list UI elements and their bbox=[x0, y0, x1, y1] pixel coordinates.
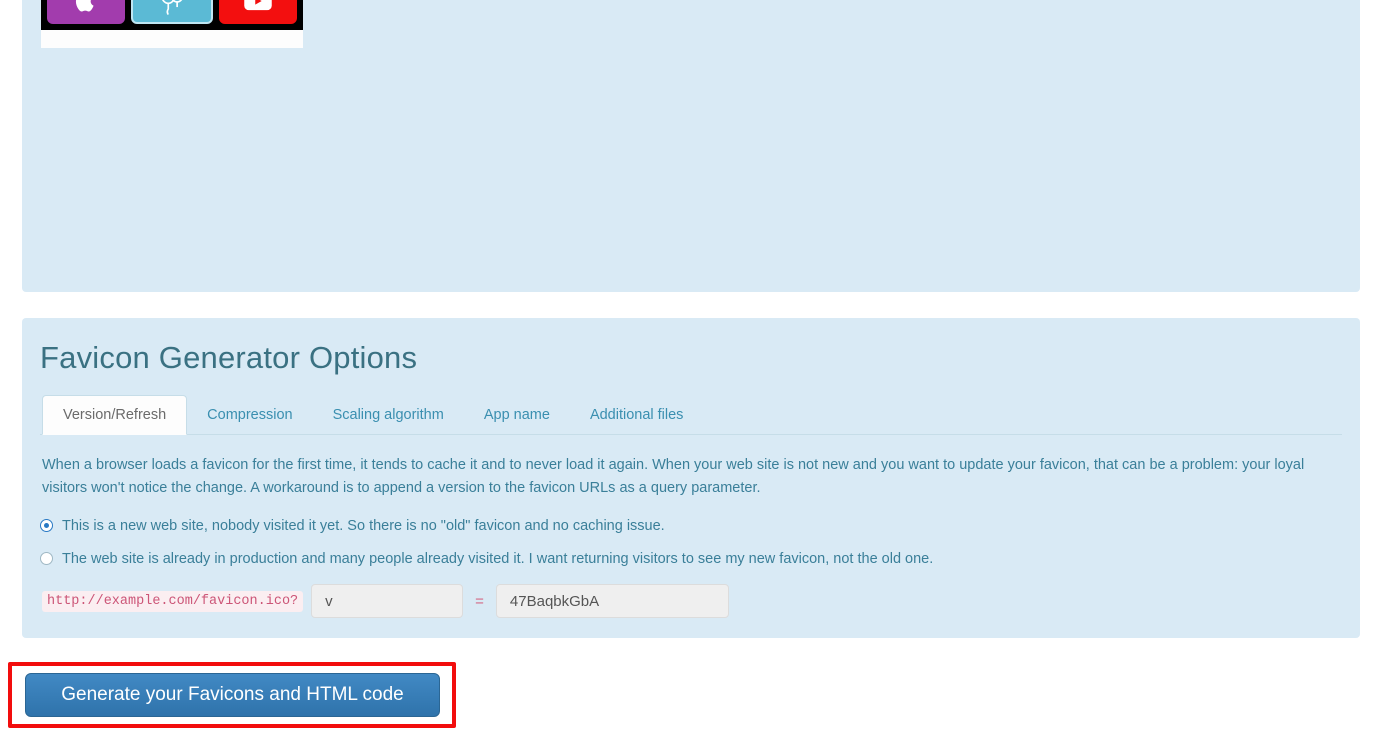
tab-compression[interactable]: Compression bbox=[187, 396, 312, 434]
version-choice-new-site[interactable]: This is a new web site, nobody visited i… bbox=[40, 516, 1342, 537]
page-title: Favicon Generator Options bbox=[40, 340, 418, 375]
radio-new-site[interactable] bbox=[40, 519, 53, 532]
tab-app-name[interactable]: App name bbox=[464, 396, 570, 434]
version-choice-label: The web site is already in production an… bbox=[62, 551, 934, 567]
youtube-icon bbox=[219, 0, 297, 24]
icon-preview-column: Pinned tab - Focus Touch Bar bbox=[41, 0, 303, 48]
version-choice-existing-site[interactable]: The web site is already in production an… bbox=[40, 549, 1342, 570]
balloon-icon bbox=[131, 0, 213, 24]
generate-favicons-button[interactable]: Generate your Favicons and HTML code bbox=[25, 673, 440, 717]
version-parameter-row: http://example.com/favicon.ico? v = 47Ba… bbox=[40, 584, 1342, 618]
equals-sign: = bbox=[475, 592, 484, 610]
version-description: When a browser loads a favicon for the f… bbox=[42, 457, 1305, 496]
options-tabbar: Version/Refresh Compression Scaling algo… bbox=[40, 395, 1342, 435]
favicon-url-prefix: http://example.com/favicon.ico? bbox=[42, 590, 304, 612]
preview-row-touch-bar bbox=[41, 0, 303, 30]
tab-additional-files[interactable]: Additional files bbox=[570, 396, 704, 434]
version-choice-label: This is a new web site, nobody visited i… bbox=[62, 518, 665, 534]
preview-footer bbox=[41, 30, 303, 48]
safari-preview-panel: Pinned tab - Focus Touch Bar bbox=[22, 0, 1360, 292]
version-value-input[interactable]: 47BaqbkGbA bbox=[495, 584, 729, 618]
tab-scaling-algorithm[interactable]: Scaling algorithm bbox=[313, 396, 464, 434]
version-param-input[interactable]: v bbox=[311, 584, 464, 618]
radio-existing-site[interactable] bbox=[40, 552, 53, 565]
favicon-generator-options-panel: Favicon Generator Options Version/Refres… bbox=[22, 318, 1360, 638]
tab-version-refresh[interactable]: Version/Refresh bbox=[42, 395, 188, 435]
apple-icon bbox=[47, 0, 125, 24]
